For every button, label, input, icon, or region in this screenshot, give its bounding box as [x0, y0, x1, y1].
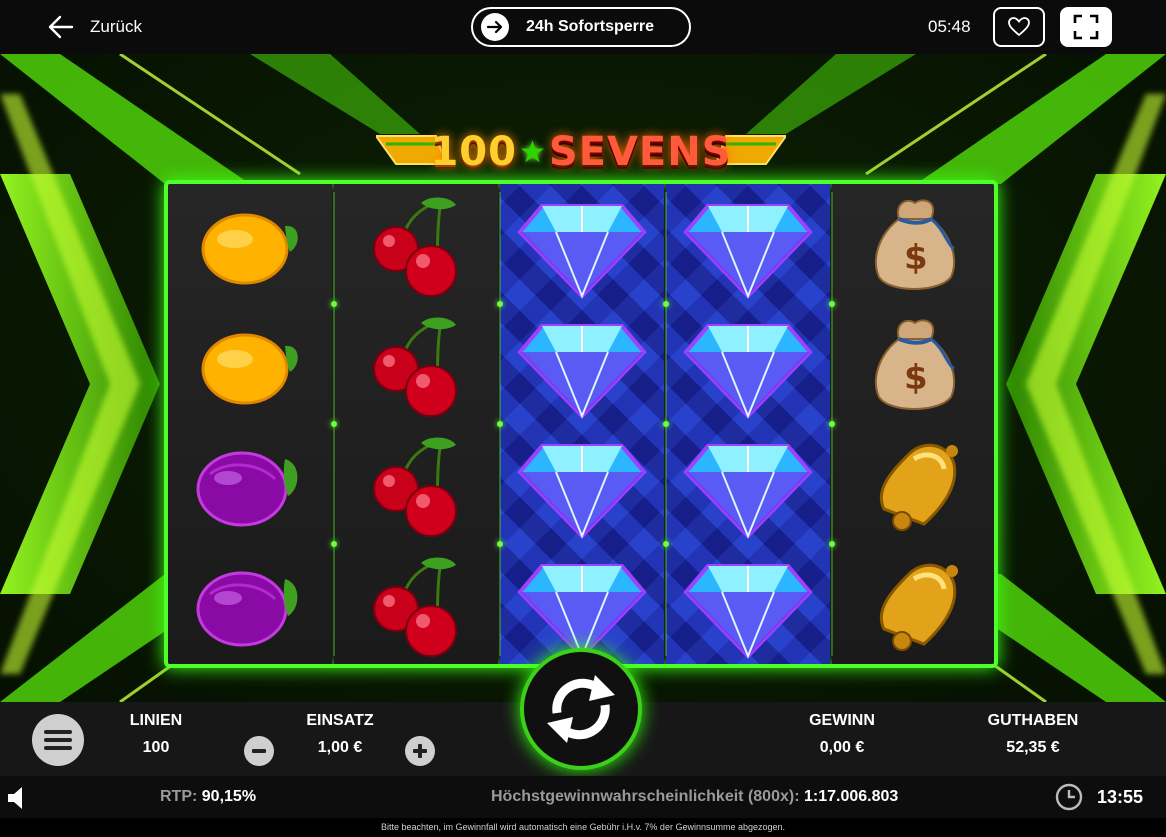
bet-value: 1,00 €: [317, 739, 363, 756]
line-marker: [829, 421, 835, 427]
session-timer: 13:55: [1055, 783, 1143, 811]
reel-1: [168, 184, 332, 664]
plum-symbol: [168, 424, 332, 544]
lines-label: LINIEN: [129, 712, 183, 729]
bell-symbol: [832, 424, 994, 544]
back-button[interactable]: Zurück: [46, 12, 142, 42]
top-bar: Zurück 24h Sofortsperre 05:48: [0, 0, 1166, 54]
bell-symbol: [832, 544, 994, 664]
max-win-probability: Höchstgewinnwahrscheinlichkeit (800x): 1…: [491, 788, 898, 806]
decrease-bet-button[interactable]: [244, 736, 274, 766]
arrow-right-icon: [481, 13, 509, 41]
lines-display: LINIEN 100: [116, 712, 196, 757]
lemon-symbol: [168, 304, 332, 424]
money-bag-symbol: $: [832, 304, 994, 424]
line-marker: [497, 421, 503, 427]
reel-2: [334, 184, 498, 664]
lemon-symbol: [168, 184, 332, 304]
fullscreen-icon: [1073, 14, 1099, 40]
menu-button[interactable]: [32, 714, 84, 766]
cherry-symbol: [334, 544, 498, 664]
line-marker: [829, 301, 835, 307]
diamond-symbol: [666, 424, 830, 544]
plus-icon: [413, 744, 427, 758]
diamond-symbol: [666, 304, 830, 424]
session-time: 13:55: [1097, 786, 1144, 807]
logo-number: 100: [430, 129, 517, 175]
bet-display: EINSATZ 1,00 €: [290, 712, 390, 757]
diamond-symbol: [666, 544, 830, 664]
balance-label: GUTHABEN: [987, 712, 1079, 729]
line-marker: [331, 421, 337, 427]
line-marker: [331, 541, 337, 547]
probability-label: Höchstgewinnwahrscheinlichkeit (800x):: [491, 788, 800, 805]
heart-icon: [1008, 17, 1030, 37]
logo-word: SEVENS: [548, 129, 732, 175]
diamond-symbol: [666, 184, 830, 304]
diamond-symbol: [500, 304, 664, 424]
arrow-left-icon: [48, 15, 74, 39]
svg-text:$: $: [904, 358, 928, 398]
win-display: GEWINN 0,00 €: [792, 712, 892, 757]
sound-button[interactable]: [6, 784, 26, 817]
line-marker: [497, 541, 503, 547]
self-exclusion-button[interactable]: 24h Sofortsperre: [471, 7, 691, 47]
increase-bet-button[interactable]: [405, 736, 435, 766]
line-marker: [663, 541, 669, 547]
diamond-symbol: [500, 424, 664, 544]
info-bar: RTP: 90,15% Höchstgewinnwahrscheinlichke…: [0, 776, 1166, 818]
balance-display: GUTHABEN 52,35 €: [978, 712, 1088, 757]
clock-icon: [1055, 783, 1083, 811]
probability-value: 1:17.006.803: [803, 788, 899, 805]
line-marker: [663, 421, 669, 427]
speaker-icon: [8, 787, 22, 809]
current-time: 05:48: [928, 17, 971, 36]
rtp-label: RTP:: [160, 788, 198, 805]
fee-disclaimer: Bitte beachten, im Gewinnfall wird autom…: [0, 818, 1166, 837]
svg-text:$: $: [904, 238, 928, 278]
line-marker: [497, 301, 503, 307]
cherry-symbol: [334, 424, 498, 544]
reel-3: [500, 184, 664, 664]
minus-icon: [252, 749, 266, 753]
line-marker: [663, 301, 669, 307]
game-area: 100 ★ SEVENS $ $: [0, 54, 1166, 702]
win-label: GEWINN: [809, 712, 875, 729]
cherry-symbol: [334, 304, 498, 424]
spin-button[interactable]: [520, 648, 642, 770]
game-logo: 100 ★ SEVENS: [376, 122, 786, 182]
lines-value: 100: [142, 739, 170, 756]
reel-5: $ $: [832, 184, 994, 664]
money-bag-symbol: $: [832, 184, 994, 304]
rtp-value: 90,15%: [201, 788, 257, 805]
hamburger-icon: [44, 730, 72, 750]
win-value: 0,00 €: [819, 739, 865, 756]
self-exclusion-label: 24h Sofortsperre: [525, 18, 655, 35]
line-marker: [331, 301, 337, 307]
reel-4: [666, 184, 830, 664]
bet-label: EINSATZ: [306, 712, 374, 729]
star-icon: ★: [518, 134, 547, 170]
back-label: Zurück: [90, 17, 142, 36]
diamond-symbol: [500, 184, 664, 304]
diamond-symbol: [500, 544, 664, 664]
rtp-info: RTP: 90,15%: [160, 788, 256, 806]
fullscreen-button[interactable]: [1060, 7, 1112, 47]
balance-value: 52,35 €: [1006, 739, 1060, 756]
plum-symbol: [168, 544, 332, 664]
favorite-button[interactable]: [993, 7, 1045, 47]
line-marker: [829, 541, 835, 547]
cherry-symbol: [334, 184, 498, 304]
reel-window: $ $: [164, 180, 998, 668]
spin-arrows-icon: [547, 675, 615, 743]
